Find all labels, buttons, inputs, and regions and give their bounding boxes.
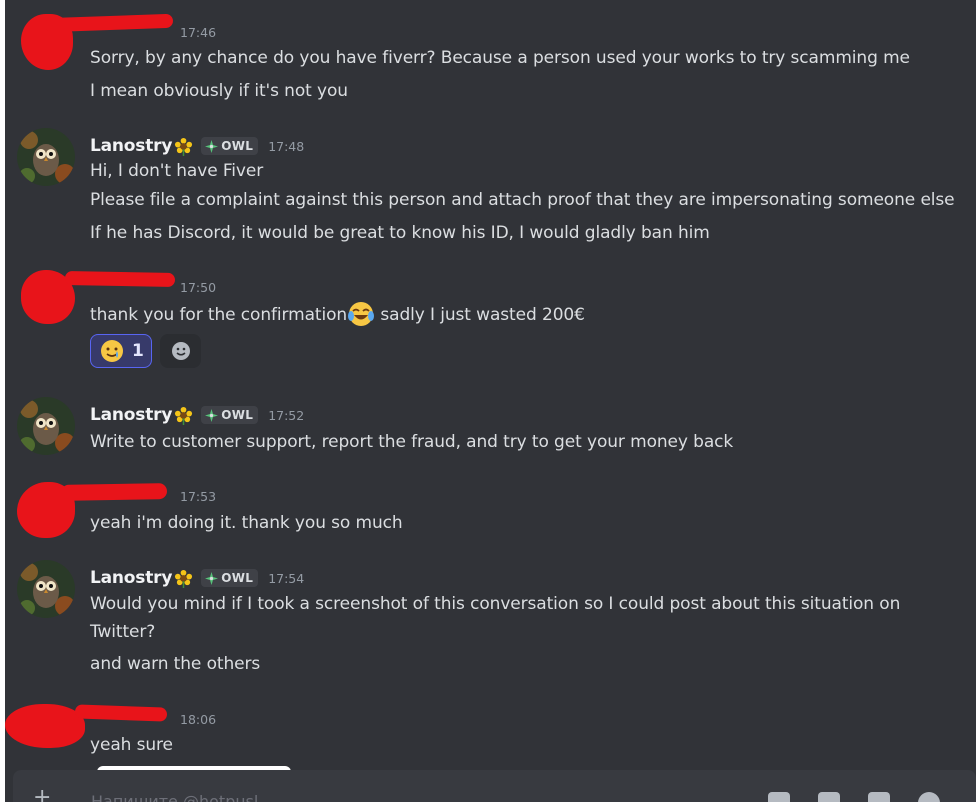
sticker-icon[interactable]: [868, 792, 890, 802]
role-tag[interactable]: OWL: [201, 569, 259, 587]
upload-plus-icon[interactable]: +: [33, 787, 51, 802]
message-timestamp: 18:06: [180, 712, 217, 727]
message-input[interactable]: Напишите @hotpusl: [91, 792, 258, 802]
sunflower-icon: [175, 406, 193, 425]
role-tag-label: OWL: [221, 571, 254, 585]
message-text: Please file a complaint against this per…: [90, 190, 955, 210]
message-text: If he has Discord, it would be great to …: [90, 223, 710, 243]
gift-icon[interactable]: [768, 792, 790, 802]
message-text: and warn the others: [90, 654, 261, 674]
emoji-icon[interactable]: [918, 792, 940, 802]
owl-avatar-icon: [17, 397, 75, 455]
sparkle-icon: [205, 408, 219, 422]
message-text: Hi, I don't have Fiver: [90, 161, 264, 181]
message-text-part: thank you for the confirmation: [90, 305, 348, 325]
sunflower-icon: [175, 569, 193, 588]
message-composer[interactable]: + Напишите @hotpusl: [13, 770, 976, 802]
message-header: Lanostry OWL 17:52: [90, 403, 304, 427]
message-timestamp: 17:52: [268, 407, 305, 423]
redacted-username: [64, 271, 176, 287]
add-reaction-button[interactable]: [160, 334, 201, 368]
gif-icon[interactable]: [818, 792, 840, 802]
chat-window: 17:46 Sorry, by any chance do you have f…: [5, 0, 976, 802]
message-text: thank you for the confirmation sadly I j…: [90, 300, 585, 328]
message-text: Twitter?: [90, 622, 156, 642]
message-header: Lanostry OWL 17:54: [90, 566, 304, 590]
avatar[interactable]: [17, 128, 75, 186]
redacted-avatar: [5, 704, 85, 748]
owl-avatar-icon: [17, 560, 75, 618]
message-timestamp: 17:48: [268, 138, 305, 154]
message-timestamp: 17:53: [180, 489, 217, 504]
role-tag[interactable]: OWL: [201, 137, 259, 155]
reaction-count: 1: [132, 341, 144, 361]
redacted-username: [74, 704, 168, 722]
message-header: Lanostry OWL 17:48: [90, 134, 304, 158]
redacted-username: [44, 13, 174, 33]
message-timestamp: 17:50: [180, 280, 217, 295]
message-text-part: sadly I just wasted 200€: [375, 305, 585, 325]
message-text: Would you mind if I took a screenshot of…: [90, 594, 901, 614]
sparkle-icon: [205, 571, 219, 585]
message-text: Write to customer support, report the fr…: [90, 432, 734, 452]
message-text: Sorry, by any chance do you have fiverr?…: [90, 48, 910, 68]
message-text: I mean obviously if it's not you: [90, 81, 348, 101]
add-reaction-icon: [171, 342, 190, 360]
username[interactable]: Lanostry: [90, 405, 172, 425]
username[interactable]: Lanostry: [90, 568, 172, 588]
redacted-username: [60, 483, 168, 501]
message-text: yeah i'm doing it. thank you so much: [90, 513, 403, 533]
message-text: yeah sure: [90, 735, 173, 755]
username[interactable]: Lanostry: [90, 136, 172, 156]
reaction-button[interactable]: 1: [90, 334, 152, 368]
avatar[interactable]: [17, 560, 75, 618]
joy-emoji-icon: [348, 302, 375, 326]
role-tag[interactable]: OWL: [201, 406, 259, 424]
role-tag-label: OWL: [221, 408, 254, 422]
sunflower-icon: [175, 137, 193, 156]
role-tag-label: OWL: [221, 139, 254, 153]
owl-avatar-icon: [17, 128, 75, 186]
message-timestamp: 17:54: [268, 570, 305, 586]
message-timestamp: 17:46: [180, 25, 217, 40]
smiling-tear-emoji-icon: [101, 340, 123, 362]
avatar[interactable]: [17, 397, 75, 455]
sparkle-icon: [205, 139, 219, 153]
